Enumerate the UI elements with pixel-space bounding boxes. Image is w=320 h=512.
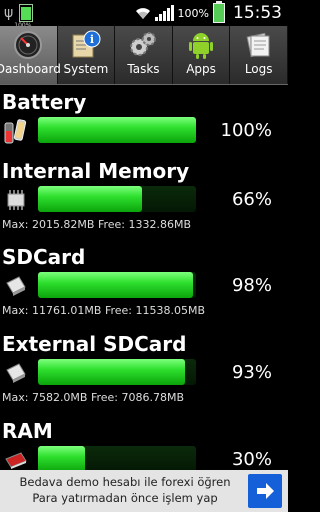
sdcard-icon — [3, 360, 29, 386]
usb-icon: ψ — [4, 5, 14, 21]
info-doc-icon: i — [70, 29, 102, 61]
dashboard-content: Battery 100% Internal Memory 66% Max: 20… — [0, 85, 288, 470]
wifi-icon — [135, 8, 150, 19]
battery-progress-bar — [38, 117, 196, 143]
arrow-right-icon — [257, 483, 274, 499]
battery-percent-value: 100% — [220, 120, 272, 141]
tab-label: Tasks — [127, 62, 160, 76]
papers-icon — [243, 29, 275, 61]
ad-banner[interactable]: Bedava demo hesabı ile forexi öğren Para… — [0, 470, 288, 512]
battery-percent: 100% — [177, 6, 209, 20]
tab-dashboard[interactable]: Dashboard — [0, 26, 61, 84]
external-sdcard-progress-bar — [38, 359, 196, 385]
battery-icon — [3, 117, 29, 144]
gears-icon — [127, 29, 159, 61]
ram-progress-bar — [38, 446, 196, 470]
sdcard-percent-value: 98% — [231, 275, 272, 296]
section-title: Battery — [2, 90, 87, 114]
internal-memory-percent-value: 66% — [231, 189, 272, 210]
sdcard-progress-bar — [38, 272, 196, 298]
tab-logs[interactable]: Logs — [230, 26, 288, 84]
internal-memory-progress-bar — [38, 186, 196, 212]
section-title: External SDCard — [2, 332, 187, 356]
internal-memory-info: Max: 2015.82MB Free: 1332.86MB — [2, 218, 192, 231]
signal-icon — [154, 5, 174, 21]
gauge-icon — [12, 29, 44, 61]
section-title: SDCard — [2, 245, 86, 269]
tab-tasks[interactable]: Tasks — [115, 26, 173, 84]
status-bar: ψ 100% 100% 15:53 — [0, 0, 288, 29]
tab-label: System — [63, 62, 109, 76]
external-sdcard-percent-value: 93% — [231, 362, 272, 383]
tab-apps[interactable]: Apps — [173, 26, 231, 84]
sdcard-info: Max: 11761.01MB Free: 11538.05MB — [2, 304, 206, 317]
svg-text:i: i — [90, 33, 94, 46]
section-title: Internal Memory — [2, 159, 190, 183]
tab-label: Logs — [244, 62, 273, 76]
ad-open-button[interactable] — [248, 474, 282, 508]
ram-icon — [3, 447, 29, 470]
tab-label: Apps — [186, 62, 216, 76]
android-icon — [185, 29, 217, 61]
sdcard-icon — [3, 273, 29, 299]
section-title: RAM — [2, 419, 53, 443]
external-sdcard-info: Max: 7582.0MB Free: 7086.78MB — [2, 391, 185, 404]
tab-label: Dashboard — [0, 62, 61, 76]
battery-notification-icon: 100% — [14, 4, 34, 29]
tab-bar: Dashboard i System Tasks Apps Logs — [0, 26, 288, 85]
ram-percent-value: 30% — [231, 449, 272, 470]
clock: 15:53 — [233, 3, 282, 23]
battery-status-icon — [213, 1, 225, 23]
ad-text[interactable]: Bedava demo hesabı ile forexi öğren Para… — [6, 474, 244, 506]
tab-system[interactable]: i System — [58, 26, 116, 84]
chip-icon — [3, 187, 29, 213]
